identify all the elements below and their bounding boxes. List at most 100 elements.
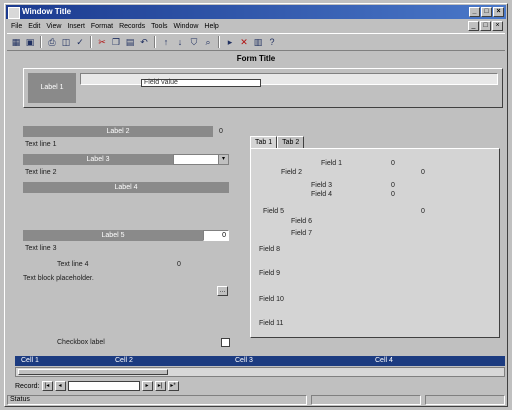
form-title: Form Title [236,54,276,63]
option-checkbox[interactable] [221,338,230,347]
copy-icon[interactable]: ❐ [110,36,122,48]
left-line-2: Text line 2 [25,169,57,176]
header-label: Label 1 [28,73,76,103]
tab-field-3-value[interactable]: 0 [391,181,395,190]
print-icon[interactable]: ⎙ [46,36,58,48]
tab-field-4-value[interactable]: 0 [391,190,395,199]
preview-icon[interactable]: ◫ [60,36,72,48]
toolbar-separator [90,36,92,48]
cut-icon[interactable]: ✂ [96,36,108,48]
left-line-4: Text line 4 [57,261,89,268]
menu-tools[interactable]: Tools [151,23,167,30]
save-icon[interactable]: ▣ [24,36,36,48]
menu-format[interactable]: Format [91,23,113,30]
status-middle [311,395,421,405]
close-button[interactable]: × [493,7,504,17]
toolbar-separator [218,36,220,48]
scrollbar-thumb[interactable] [18,369,168,375]
strip-cell-1: Cell 1 [21,357,39,364]
sort-desc-icon[interactable]: ↓ [174,36,186,48]
spell-icon[interactable]: ✓ [74,36,86,48]
strip-cell-2: Cell 2 [115,357,133,364]
tab-field-2-label: Field 2 [281,169,303,176]
strip-cell-4: Cell 4 [375,357,393,364]
tab-field-2-value: 0 [421,169,425,176]
delete-record-icon[interactable]: ✕ [238,36,250,48]
tab-field-1-label: Field 1 [321,160,343,167]
new-record-button[interactable]: ▸* [167,381,179,391]
app-icon[interactable] [8,7,20,19]
next-record-button[interactable]: ▸ [141,381,153,391]
sort-asc-icon[interactable]: ↑ [160,36,172,48]
menu-insert[interactable]: Insert [67,23,85,30]
section3-label: Label 5 [23,230,203,241]
left-line-1: Text line 1 [25,141,57,148]
checkbox-label: Checkbox label [57,339,105,346]
tab-strip: Tab 1 Tab 2 [250,136,305,149]
tab-panel: Field 1 0 Field 2 0 Field 3 0 Field 4 0 … [250,148,500,338]
section1-value: 0 [219,128,223,135]
new-record-icon[interactable]: ▸ [224,36,236,48]
status-bar: Status [7,395,505,406]
tab-field-5-value[interactable]: 0 [421,207,425,216]
find-icon[interactable]: ⌕ [202,36,214,48]
toolbar-separator [154,36,156,48]
tab-2[interactable]: Tab 2 [277,136,305,148]
record-navigator: Record: |◂ ◂ ▸ ▸| ▸* [15,380,181,392]
header-field-input[interactable]: Field value [141,79,261,87]
horizontal-scrollbar[interactable] [15,367,505,377]
tab-field-10-label: Field 10 [259,296,284,303]
menu-file[interactable]: File [11,23,22,30]
filter-icon[interactable]: ⛉ [188,36,200,48]
menu-window[interactable]: Window [174,23,199,30]
record-label: Record: [15,382,40,390]
strip-cell-3: Cell 3 [235,357,253,364]
section3-value[interactable]: 0 [203,230,229,241]
title-bar[interactable]: Window Title _ □ × [6,5,506,19]
application-window: Window Title _ □ × File Edit View Insert… [4,3,508,407]
menu-records[interactable]: Records [119,23,145,30]
tab-field-3-label: Field 3 [311,182,333,189]
window-title: Window Title [22,7,72,16]
doc-minimize-button[interactable]: _ [468,21,479,31]
notes-text: Text block placeholder. [23,275,94,282]
summary-strip: Cell 1 Cell 2 Cell 3 Cell 4 [15,356,505,366]
last-record-button[interactable]: ▸| [154,381,166,391]
section2-label: Label 4 [23,182,229,193]
tab-field-11-label: Field 11 [259,320,284,327]
notes-browse-button[interactable]: … [217,286,228,296]
tab-field-9-label: Field 9 [259,270,281,277]
tab-field-5-label: Field 5 [263,208,285,215]
left-line-3: Text line 3 [25,245,57,252]
document-window-controls: _ □ × [468,21,503,31]
doc-close-button[interactable]: × [492,21,503,31]
undo-icon[interactable]: ↶ [138,36,150,48]
tab-field-8-label: Field 8 [259,246,281,253]
combo1-select[interactable]: ▾ [173,154,229,165]
menu-view[interactable]: View [46,23,61,30]
record-number-input[interactable] [67,381,140,391]
menu-help[interactable]: Help [204,23,218,30]
toolbar: ▦ ▣ ⎙ ◫ ✓ ✂ ❐ ▤ ↶ ↑ ↓ ⛉ ⌕ ▸ ✕ ▥ ? [7,33,505,51]
first-record-button[interactable]: |◂ [41,381,53,391]
header-panel: Label 1 Field value [23,68,503,108]
toolbar-separator [40,36,42,48]
combo1-label: Label 3 [23,154,173,165]
menu-edit[interactable]: Edit [28,23,40,30]
status-left: Status [7,395,307,405]
left-line-4-value: 0 [177,261,181,268]
tab-field-4-label: Field 4 [311,191,333,198]
doc-restore-button[interactable]: □ [480,21,491,31]
chevron-down-icon[interactable]: ▾ [218,155,228,164]
paste-icon[interactable]: ▤ [124,36,136,48]
menu-bar: File Edit View Insert Format Records Too… [7,20,505,32]
minimize-button[interactable]: _ [469,7,480,17]
help-icon[interactable]: ? [266,36,278,48]
maximize-button[interactable]: □ [481,7,492,17]
tab-field-1-value[interactable]: 0 [391,159,395,168]
title-buttons: _ □ × [469,7,504,17]
header-field-frame: Field value [80,73,498,87]
view-icon[interactable]: ▦ [10,36,22,48]
database-icon[interactable]: ▥ [252,36,264,48]
previous-record-button[interactable]: ◂ [54,381,66,391]
